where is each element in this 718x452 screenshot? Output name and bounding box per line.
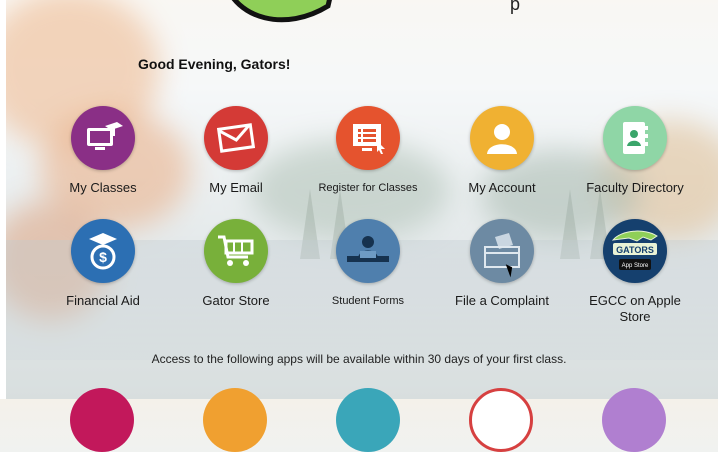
tile-file-a-complaint[interactable]: File a Complaint — [432, 219, 572, 309]
left-frame-edge — [0, 0, 6, 399]
email-icon — [204, 106, 268, 170]
tile-label: Gator Store — [202, 293, 270, 308]
tile-gator-store[interactable]: Gator Store — [166, 219, 306, 309]
cart-icon — [204, 219, 268, 283]
lower-app-tile-4[interactable] — [469, 388, 533, 452]
tile-label: Financial Aid — [66, 293, 140, 308]
tile-label: My Email — [209, 180, 263, 195]
tile-my-email[interactable]: My Email — [166, 106, 306, 196]
tile-my-account[interactable]: My Account — [432, 106, 572, 196]
tile-label: My Classes — [69, 180, 137, 195]
greeting-text: Good Evening, Gators! — [138, 56, 291, 72]
top-cut-text: p — [510, 0, 521, 14]
gators-wordmark: GATORS — [616, 245, 654, 255]
lower-app-tile-3[interactable] — [336, 388, 400, 452]
account-icon — [470, 106, 534, 170]
tile-label: File a Complaint — [455, 293, 549, 308]
financial-aid-icon: $ — [71, 219, 135, 283]
svg-text:$: $ — [99, 249, 107, 265]
ballot-box-icon — [470, 219, 534, 283]
tile-my-classes[interactable]: My Classes — [33, 106, 173, 196]
classes-icon — [71, 106, 135, 170]
access-notice: Access to the following apps will be ava… — [151, 352, 567, 366]
tile-financial-aid[interactable]: $ Financial Aid — [33, 219, 173, 309]
lower-app-tile-2[interactable] — [203, 388, 267, 452]
gators-app-icon: GATORS App Store — [603, 219, 667, 283]
lower-app-tile-1[interactable] — [70, 388, 134, 452]
register-icon — [336, 106, 400, 170]
tile-faculty-directory[interactable]: Faculty Directory — [565, 106, 705, 196]
tile-register-for-classes[interactable]: Register for Classes — [298, 106, 438, 196]
tile-student-forms[interactable]: Student Forms — [298, 219, 438, 309]
app-store-badge-text: App Store — [622, 263, 649, 269]
tile-label: My Account — [468, 180, 536, 195]
tile-label: Faculty Directory — [586, 180, 684, 195]
lower-app-tile-5[interactable] — [602, 388, 666, 452]
background-landscape — [0, 0, 718, 399]
directory-icon — [603, 106, 667, 170]
tile-egcc-on-apple-store[interactable]: GATORS App Store EGCC on Apple Store — [565, 219, 705, 325]
tile-label: Register for Classes — [318, 182, 418, 194]
gator-logo — [231, 0, 332, 23]
tile-label: Student Forms — [331, 295, 405, 307]
tile-label: EGCC on Apple Store — [589, 293, 681, 324]
student-forms-icon — [336, 219, 400, 283]
